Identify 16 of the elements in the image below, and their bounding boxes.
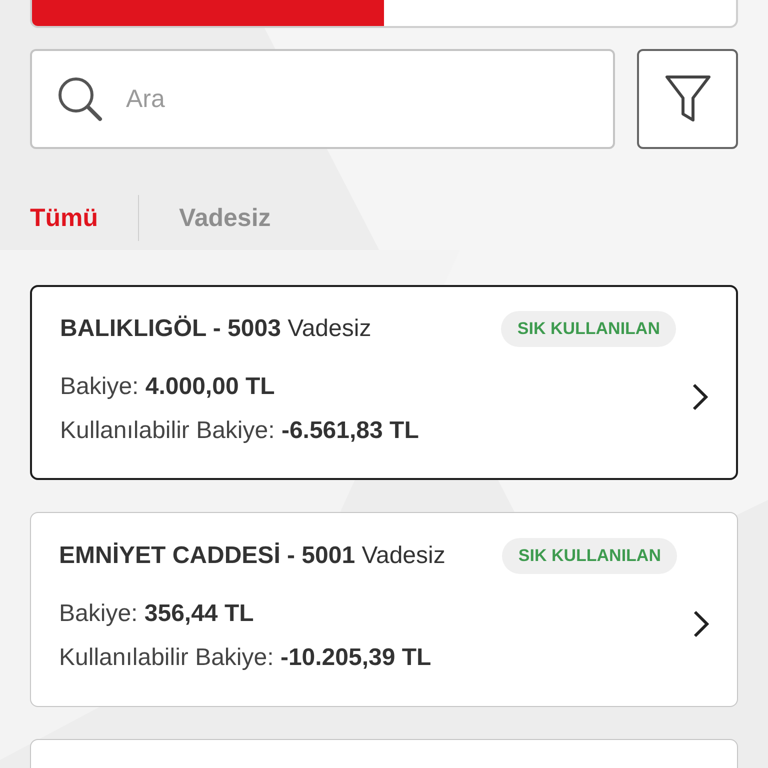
chevron-icon — [693, 610, 709, 638]
filter-tab[interactable]: Tümü — [30, 204, 98, 232]
chevron-icon — [692, 382, 708, 410]
account-card[interactable]: BALIKLIGÖL - 5003 Vadesiz SIK KULLANILAN Bakiye: 4.000,00 TL Kullanılabilir Bakiye: -6.561,83 TL — [30, 285, 738, 480]
account-title: BALIKLIGÖL - 5003 Vadesiz — [60, 314, 372, 342]
search-field[interactable]: Ara — [30, 49, 615, 149]
frequent-badge: SIK KULLANILAN — [502, 538, 677, 574]
filter-button[interactable] — [637, 49, 738, 149]
balance-text: Bakiye: 356,44 TL — [59, 598, 255, 628]
account-title: EMNİYET CADDESİ - 5001 Vadesiz — [59, 542, 446, 570]
available-balance-text: Kullanılabilir Bakiye: -10.205,39 TL — [59, 642, 432, 672]
available-balance-text: Kullanılabilir Bakiye: -6.561,83 TL — [60, 416, 420, 446]
frequent-badge: SIK KULLANILAN — [501, 310, 676, 346]
balance-text: Bakiye: 4.000,00 TL — [60, 372, 276, 402]
filter-icon — [664, 74, 712, 124]
account-card[interactable]: EMNİYET CADDESİ - 5001 Vadesiz SIK KULLANILAN Bakiye: 356,44 TL Kullanılabilir Bakiye: -10.205,39 TL — [30, 512, 738, 707]
